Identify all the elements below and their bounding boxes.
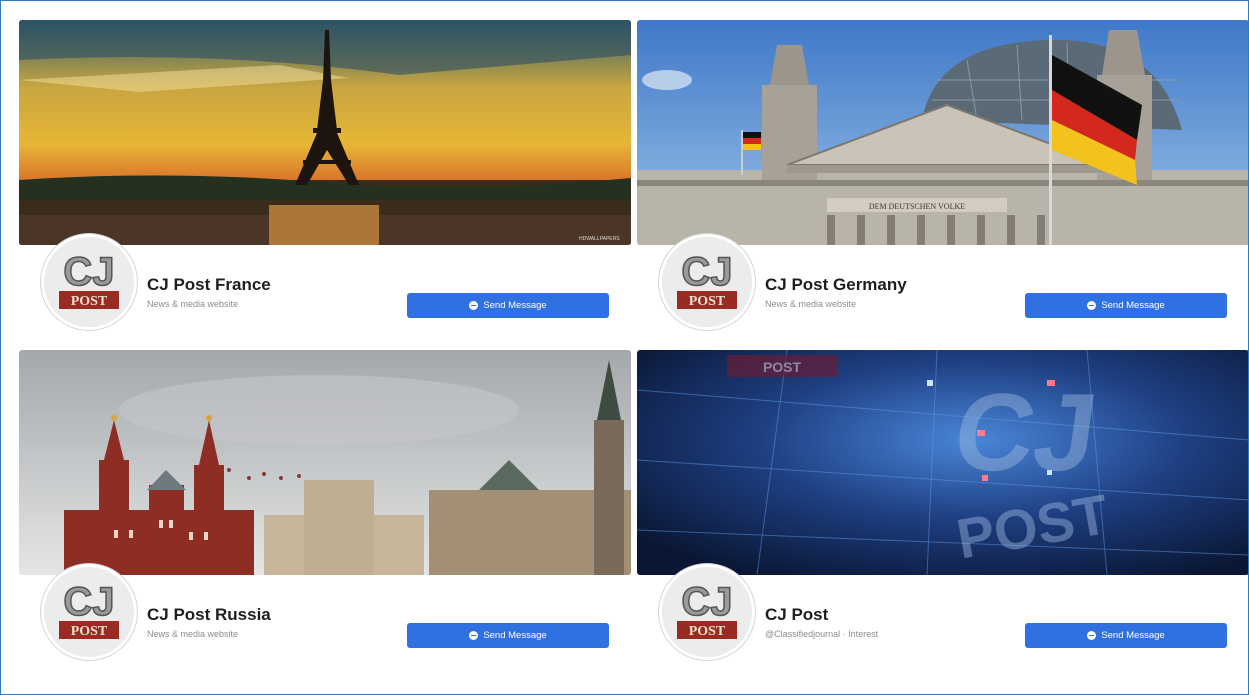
page-name[interactable]: CJ Post France: [147, 275, 271, 295]
logo-post-text: POST: [689, 624, 726, 639]
page-category: News & media website: [147, 629, 239, 639]
page-category: News & media website: [147, 299, 239, 309]
send-message-label: Send Message: [1101, 630, 1165, 641]
logo-cj-text: CJ: [63, 250, 114, 294]
logo-cj-text: CJ: [681, 580, 732, 624]
page-name[interactable]: CJ Post Germany: [765, 275, 907, 295]
page-card-france: HDWALLPAPERS CJ POST CJ Post France News…: [19, 20, 631, 330]
send-message-button[interactable]: Send Message: [1025, 623, 1227, 648]
send-message-button[interactable]: Send Message: [1025, 293, 1227, 318]
avatar[interactable]: CJ POST: [659, 564, 755, 660]
avatar[interactable]: CJ POST: [41, 234, 137, 330]
send-message-button[interactable]: Send Message: [407, 293, 609, 318]
avatar[interactable]: CJ POST: [41, 564, 137, 660]
message-icon: [1087, 631, 1097, 640]
send-message-label: Send Message: [483, 300, 547, 311]
page-category: News & media website: [765, 299, 857, 309]
logo-cj-text: CJ: [681, 250, 732, 294]
cover-post-text: POST: [763, 359, 802, 375]
cover-photo-eiffel-tower[interactable]: HDWALLPAPERS: [19, 20, 631, 245]
page-handle: @Classifiedjournal · Interest: [765, 629, 879, 639]
page-name[interactable]: CJ Post Russia: [147, 605, 271, 625]
send-message-label: Send Message: [483, 630, 547, 641]
logo-post-text: POST: [689, 294, 726, 309]
logo-post-text: POST: [71, 624, 108, 639]
page-card-germany: DEM DEUTSCHEN VOLKE CJ POST CJ Post Germ…: [637, 20, 1248, 330]
message-icon: [469, 301, 479, 310]
avatar[interactable]: CJ POST: [659, 234, 755, 330]
cover-photo-red-square[interactable]: [19, 350, 631, 575]
send-message-label: Send Message: [1101, 300, 1165, 311]
inscription-text: DEM DEUTSCHEN VOLKE: [869, 202, 965, 211]
logo-post-text: POST: [71, 294, 108, 309]
send-message-button[interactable]: Send Message: [407, 623, 609, 648]
page-name[interactable]: CJ Post: [765, 605, 828, 625]
page-card-cj-post: POST CJ POST CJ POST CJ Post @Classified…: [637, 350, 1248, 660]
message-icon: [469, 631, 479, 640]
pages-grid: HDWALLPAPERS CJ POST CJ Post France News…: [0, 0, 1249, 695]
cover-cj-text: CJ: [947, 371, 1105, 493]
cover-photo-cj-post-tech[interactable]: POST CJ POST: [637, 350, 1248, 575]
logo-cj-text: CJ: [63, 580, 114, 624]
message-icon: [1087, 301, 1097, 310]
watermark-text: HDWALLPAPERS: [579, 236, 620, 242]
cover-photo-reichstag[interactable]: DEM DEUTSCHEN VOLKE: [637, 20, 1248, 245]
page-card-russia: CJ POST CJ Post Russia News & media webs…: [19, 350, 631, 660]
